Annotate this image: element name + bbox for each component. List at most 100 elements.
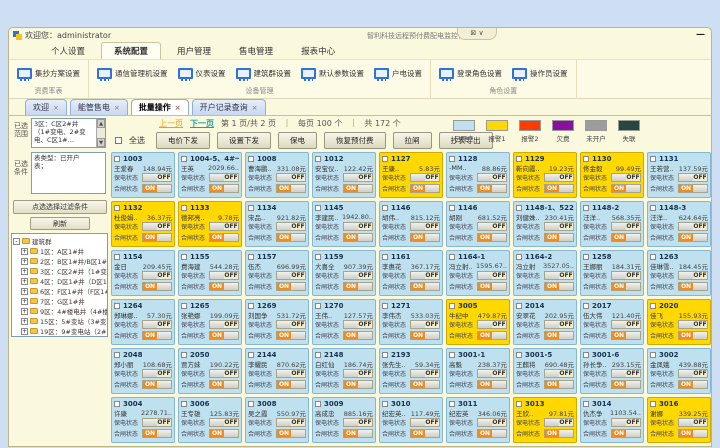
- meter-card[interactable]: 3004 许康 2278.71.. 保电状态 OFF 合闸状态 ON: [111, 397, 175, 443]
- supply-status-toggle[interactable]: OFF: [611, 369, 641, 378]
- ribbon-button[interactable]: 默认参数设置: [301, 68, 364, 79]
- gate-status-toggle[interactable]: ON: [477, 380, 507, 389]
- meter-card[interactable]: 3014 仇杰争 1103.54.. 保电状态 OFF 合闸状态 ON: [580, 397, 644, 443]
- meter-checkbox[interactable]: [248, 205, 254, 211]
- off-state[interactable]: OFF: [224, 272, 238, 279]
- meter-card[interactable]: 3013 王欣.. 97.81元 保电状态 OFF 合闸状态 ON: [513, 397, 577, 443]
- menu-tab[interactable]: 报表中心: [289, 43, 347, 59]
- gate-status-toggle[interactable]: ON: [678, 331, 708, 340]
- supply-status-toggle[interactable]: OFF: [410, 173, 440, 182]
- on-state[interactable]: ON: [478, 381, 492, 388]
- meter-checkbox[interactable]: [114, 303, 120, 309]
- document-tab[interactable]: 能管售电 ×: [70, 99, 128, 115]
- ribbon-button[interactable]: 集抄方案设置: [17, 68, 80, 79]
- meter-card[interactable]: 1269 刘国争 531.72元 保电状态 OFF 合闸状态 ON: [245, 299, 309, 345]
- gate-status-toggle[interactable]: ON: [276, 233, 306, 242]
- menu-tab[interactable]: 系统配置: [101, 42, 161, 59]
- supply-status-toggle[interactable]: OFF: [678, 369, 708, 378]
- on-state[interactable]: ON: [411, 283, 425, 290]
- meter-checkbox[interactable]: [650, 205, 656, 211]
- meter-checkbox[interactable]: [449, 303, 455, 309]
- supply-status-toggle[interactable]: OFF: [142, 222, 172, 231]
- meter-checkbox[interactable]: [315, 401, 321, 407]
- on-state[interactable]: ON: [545, 381, 559, 388]
- close-tab-icon[interactable]: ×: [252, 104, 258, 112]
- gate-status-toggle[interactable]: ON: [343, 380, 373, 389]
- expand-icon[interactable]: +: [21, 318, 28, 325]
- listbox-scrollbar[interactable]: ▲ ▼: [96, 119, 105, 147]
- on-state[interactable]: ON: [612, 332, 626, 339]
- supply-status-toggle[interactable]: OFF: [544, 320, 574, 329]
- off-state[interactable]: OFF: [559, 321, 573, 328]
- meter-card[interactable]: 3002 金凤娥 439.88元 保电状态 OFF 合闸状态 ON: [647, 348, 711, 394]
- ribbon-collapse-handle[interactable]: ⊠ ∨: [457, 28, 497, 40]
- off-state[interactable]: OFF: [693, 272, 707, 279]
- gate-status-toggle[interactable]: ON: [142, 429, 172, 438]
- off-state[interactable]: OFF: [693, 419, 707, 426]
- gate-status-toggle[interactable]: ON: [477, 282, 507, 291]
- on-state[interactable]: ON: [277, 381, 291, 388]
- minimize-button[interactable]: —: [696, 30, 705, 40]
- supply-status-toggle[interactable]: OFF: [343, 173, 373, 182]
- meter-card[interactable]: 1012 安宝仪.. 122.42元 保电状态 OFF 合闸状态 ON: [312, 152, 376, 198]
- gate-status-toggle[interactable]: ON: [544, 233, 574, 242]
- tree-node[interactable]: + 6区：F区1#井（F区1#…: [13, 286, 106, 296]
- supply-status-toggle[interactable]: OFF: [410, 418, 440, 427]
- meter-card[interactable]: 3009 高成忠 885.16元 保电状态 OFF 合闸状态 ON: [312, 397, 376, 443]
- meter-card[interactable]: 1133 德邦亮.. 9.78元 保电状态 OFF 合闸状态 ON: [178, 201, 242, 247]
- meter-checkbox[interactable]: [382, 254, 388, 260]
- meter-card[interactable]: 1127 王康.. 5.83元 保电状态 OFF 合闸状态 ON: [379, 152, 443, 198]
- on-state[interactable]: ON: [411, 381, 425, 388]
- on-state[interactable]: ON: [679, 381, 693, 388]
- meter-card[interactable]: 1157 伍杰 696.99元 保电状态 OFF 合闸状态 ON: [245, 250, 309, 296]
- off-state[interactable]: OFF: [291, 419, 305, 426]
- on-state[interactable]: ON: [679, 185, 693, 192]
- off-state[interactable]: OFF: [492, 370, 506, 377]
- off-state[interactable]: OFF: [425, 272, 439, 279]
- off-state[interactable]: OFF: [425, 174, 439, 181]
- on-state[interactable]: ON: [545, 283, 559, 290]
- off-state[interactable]: OFF: [492, 223, 506, 230]
- off-state[interactable]: OFF: [425, 223, 439, 230]
- meter-checkbox[interactable]: [382, 205, 388, 211]
- meter-checkbox[interactable]: [516, 401, 522, 407]
- meter-checkbox[interactable]: [382, 352, 388, 358]
- on-state[interactable]: ON: [210, 332, 224, 339]
- meter-checkbox[interactable]: [516, 352, 522, 358]
- on-state[interactable]: ON: [210, 185, 224, 192]
- tree-node[interactable]: + 19区：9#变电站（2#…: [13, 326, 106, 336]
- gate-status-toggle[interactable]: ON: [142, 233, 172, 242]
- meter-card[interactable]: 1154 金日 209.45元 保电状态 OFF 合闸状态 ON: [111, 250, 175, 296]
- off-state[interactable]: OFF: [626, 419, 640, 426]
- meter-card[interactable]: 1148-2 汪洋.. 568.35元 保电状态 OFF 合闸状态 ON: [580, 201, 644, 247]
- off-state[interactable]: OFF: [291, 321, 305, 328]
- supply-status-toggle[interactable]: OFF: [410, 369, 440, 378]
- supply-status-toggle[interactable]: OFF: [678, 320, 708, 329]
- meter-card[interactable]: 1164-1 冯立射.. 1595.67.. 保电状态 OFF 合闸状态: [446, 250, 510, 296]
- gate-status-toggle[interactable]: ON: [276, 331, 306, 340]
- meter-checkbox[interactable]: [315, 156, 321, 162]
- gate-status-toggle[interactable]: ON: [611, 184, 641, 193]
- meter-checkbox[interactable]: [114, 352, 120, 358]
- meter-checkbox[interactable]: [583, 254, 589, 260]
- meter-checkbox[interactable]: [650, 401, 656, 407]
- meter-checkbox[interactable]: [449, 401, 455, 407]
- supply-status-toggle[interactable]: OFF: [343, 369, 373, 378]
- off-state[interactable]: OFF: [693, 223, 707, 230]
- gate-status-toggle[interactable]: ON: [209, 380, 239, 389]
- supply-status-toggle[interactable]: OFF: [276, 173, 306, 182]
- off-state[interactable]: OFF: [358, 419, 372, 426]
- on-state[interactable]: ON: [277, 332, 291, 339]
- ribbon-button[interactable]: 操作员设置: [512, 68, 568, 79]
- off-state[interactable]: OFF: [559, 370, 573, 377]
- meter-checkbox[interactable]: [650, 352, 656, 358]
- gate-status-toggle[interactable]: ON: [611, 233, 641, 242]
- meter-card[interactable]: 1161 李惠花 367.17元 保电状态 OFF 合闸状态 ON: [379, 250, 443, 296]
- gate-status-toggle[interactable]: ON: [678, 233, 708, 242]
- gate-status-toggle[interactable]: ON: [410, 331, 440, 340]
- scroll-down-icon[interactable]: ▼: [97, 138, 105, 147]
- meter-card[interactable]: 3006 王专雄 125.83元 保电状态 OFF 合闸状态 ON: [178, 397, 242, 443]
- supply-status-toggle[interactable]: OFF: [477, 369, 507, 378]
- supply-status-toggle[interactable]: OFF: [276, 418, 306, 427]
- meter-checkbox[interactable]: [449, 205, 455, 211]
